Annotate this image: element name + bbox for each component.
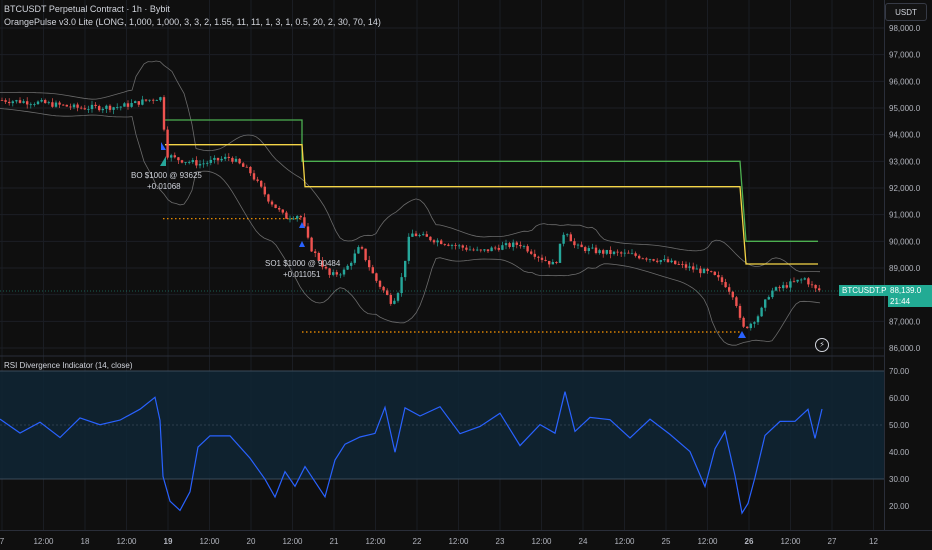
rsi-tick-label: 40.00 (889, 448, 910, 457)
candle (166, 126, 169, 160)
currency-button[interactable]: USDT (885, 3, 927, 21)
annotation-so1-sub: +0.011051 (283, 270, 321, 279)
time-axis-label: 12:00 (33, 537, 54, 546)
annotation-so1: SO1 $1000 @ 90484 (265, 259, 341, 268)
indicator-legend[interactable]: OrangePulse v3.0 Lite (LONG, 1,000, 1,00… (4, 17, 381, 27)
candle (310, 236, 313, 253)
candle (238, 158, 241, 165)
time-axis-label: 21 (330, 537, 339, 546)
time-axis-label: 27 (828, 537, 837, 546)
lightning-icon[interactable]: ⚡ (815, 338, 829, 352)
annotation-bo: BO $1000 @ 93625 (131, 171, 202, 180)
price-tick-label: 89,000.0 (889, 264, 921, 273)
chart-window: 98,000.0 97,000.0 96,000.0 95,000.0 94,000.0… (0, 0, 932, 550)
time-axis-label: 12:00 (697, 537, 718, 546)
candle (274, 204, 277, 209)
time-axis-label: 12:00 (614, 537, 635, 546)
price-tick-label: 94,000.0 (889, 131, 921, 140)
candle (558, 243, 562, 264)
time-axis-label: 18 (81, 537, 90, 546)
last-price-value: 88,139.0 (890, 286, 922, 295)
time-axis-label: 19 (164, 537, 173, 546)
rsi-tick-label: 60.00 (889, 394, 910, 403)
candle (162, 95, 166, 132)
rsi-tick-label: 50.00 (889, 421, 910, 430)
price-tick-label: 91,000.0 (889, 211, 921, 220)
candle (742, 316, 745, 328)
price-tick-label: 96,000.0 (889, 77, 921, 86)
time-axis-label: 12:00 (531, 537, 552, 546)
candle (760, 306, 763, 317)
candle (407, 233, 410, 265)
price-chart[interactable]: 98,000.0 97,000.0 96,000.0 95,000.0 94,000.0… (0, 0, 932, 550)
last-price-symbol: BTCUSDT.P (839, 285, 889, 296)
rsi-tick-label: 30.00 (889, 475, 910, 484)
price-tick-label: 86,000.0 (889, 344, 921, 353)
time-axis-label: 12:00 (116, 537, 137, 546)
time-axis-label: 23 (496, 537, 505, 546)
time-axis-label: 24 (579, 537, 588, 546)
candle (713, 271, 716, 276)
time-axis-label: 12 (869, 537, 878, 546)
price-tick-label: 92,000.0 (889, 184, 921, 193)
price-tick-label: 93,000.0 (889, 157, 921, 166)
time-axis-label: 12:00 (780, 537, 801, 546)
time-axis-label: 25 (662, 537, 671, 546)
time-axis-label: 12:00 (199, 537, 220, 546)
time-axis-label: 12:00 (282, 537, 303, 546)
annotation-bo-sub: +0.01068 (147, 182, 181, 191)
time-axis-label: 20 (247, 537, 256, 546)
time-axis-label: 12:00 (448, 537, 469, 546)
time-axis-label: 26 (745, 537, 754, 546)
price-tick-label: 98,000.0 (889, 24, 921, 33)
price-tick-label: 95,000.0 (889, 104, 921, 113)
candle (738, 303, 742, 321)
candle (364, 248, 367, 262)
time-axis-label: 7 (0, 537, 5, 546)
candle (674, 260, 677, 265)
rsi-tick-label: 20.00 (889, 502, 910, 511)
price-tick-label: 97,000.0 (889, 51, 921, 60)
last-price-box: 88,139.0 21:44 (888, 285, 932, 307)
rsi-tick-label: 70.00 (889, 367, 910, 376)
price-tick-label: 90,000.0 (889, 237, 921, 246)
time-axis-label: 22 (413, 537, 422, 546)
chart-title: BTCUSDT Perpetual Contract · 1h · Bybit (4, 4, 170, 14)
time-axis-label: 12:00 (365, 537, 386, 546)
price-tick-label: 87,000.0 (889, 317, 921, 326)
last-price-countdown: 21:44 (890, 297, 911, 306)
rsi-legend[interactable]: RSI Divergence Indicator (14, close) (4, 361, 133, 370)
